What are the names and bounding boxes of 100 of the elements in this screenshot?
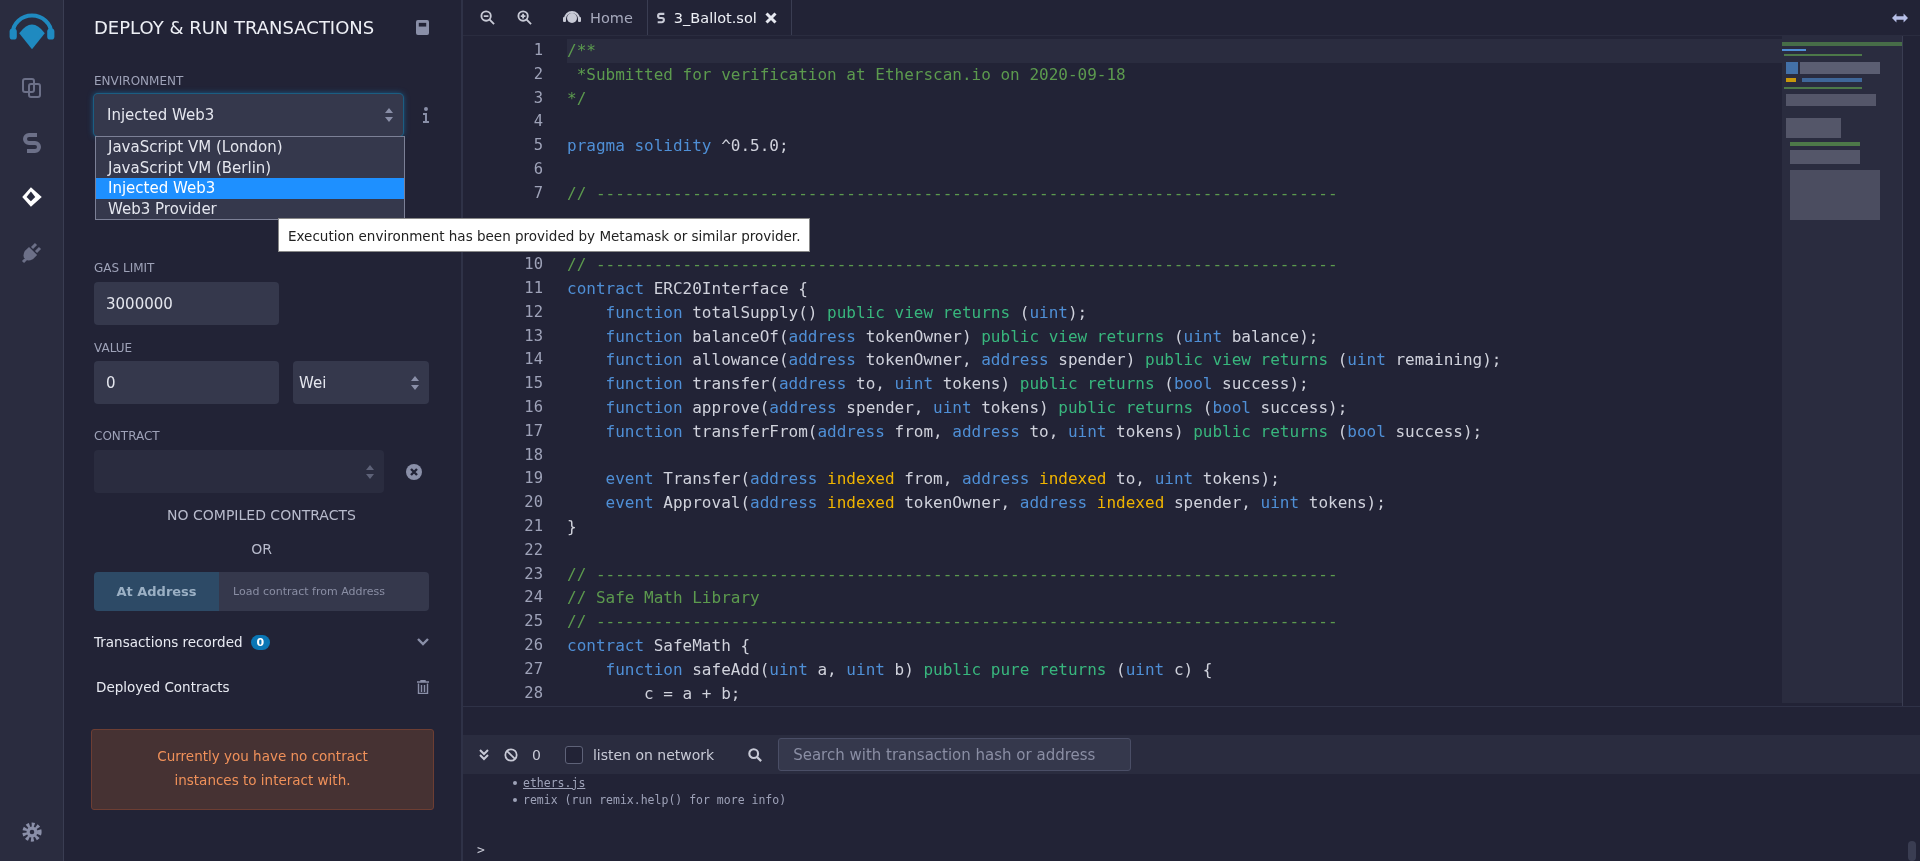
code-line: contract ERC20Interface { (567, 278, 808, 298)
line-number: 12 (524, 302, 543, 321)
code-line: function transfer(address to, uint tokens) public returns (bool success); (604, 374, 1309, 394)
deployed-contracts-label: Deployed Contracts (96, 679, 230, 695)
code-line: function safeAdd(uint a, uint b) public pure returns (uint c) { (604, 659, 1213, 679)
tooltip: Execution environment has been provided by Metamask or similar provider. (278, 218, 811, 252)
code-line: function allowance(address tokenOwner, address spender) public view returns (uint remaining); (604, 350, 1502, 370)
line-number: 5 (533, 136, 543, 155)
line-number: 15 (524, 374, 543, 393)
code-line: event Approval(address indexed tokenOwner, address indexed spender, uint tokens); (604, 493, 1386, 513)
code-line: pragma solidity ^0.5.0; (567, 136, 789, 156)
dropdown-option[interactable]: JavaScript VM (London) (96, 137, 404, 158)
unit-select[interactable]: Wei (293, 361, 429, 404)
line-number: 22 (524, 540, 543, 559)
line-number: 3 (533, 88, 543, 107)
editor-tab[interactable]: 3_Ballot.sol (647, 0, 792, 35)
headset-icon (562, 9, 582, 26)
line-number: 7 (533, 183, 543, 202)
plug-icon[interactable] (19, 240, 44, 264)
resize-icon[interactable] (1892, 12, 1908, 23)
address-field[interactable]: Load contract from Address (219, 572, 429, 611)
at-address-button[interactable]: At Address (94, 572, 219, 611)
alert-message: Currently you have no contract instances to interact with. (91, 729, 434, 810)
bullet-icon (513, 780, 517, 785)
collapse-icon[interactable] (479, 748, 489, 761)
clear-icon[interactable] (406, 463, 422, 480)
code-line: // ----------------------------------------------------------------------------- (567, 183, 1338, 203)
or-separator: OR (250, 540, 273, 559)
line-number: 16 (524, 397, 543, 416)
line-number: 13 (524, 326, 543, 345)
editor-tab[interactable]: Home (554, 0, 648, 35)
line-number: 2 (533, 64, 543, 83)
line-number: 1 (533, 41, 543, 59)
listen-checkbox[interactable] (564, 745, 583, 764)
info-icon[interactable] (423, 107, 429, 123)
line-number: 20 (524, 493, 543, 512)
bullet-icon (513, 797, 517, 802)
code-line: function approve(address spender, uint tokens) public returns (bool success); (604, 397, 1348, 417)
code-line: function balanceOf(address tokenOwner) public view returns (uint balance); (604, 326, 1319, 346)
files-icon[interactable] (19, 76, 44, 100)
field-label: VALUE (94, 340, 134, 357)
code-line: // Safe Math Library (567, 588, 760, 608)
line-number: 4 (533, 112, 543, 131)
line-number: 23 (524, 564, 543, 583)
count-badge: 0 (250, 634, 271, 650)
zoom-in-icon[interactable] (517, 10, 532, 25)
settings-icon[interactable] (20, 821, 43, 843)
line-number: 26 (524, 635, 543, 654)
line-number: 6 (533, 160, 543, 178)
line-number: 10 (524, 255, 543, 274)
code-line: c = a + b; (643, 683, 741, 703)
zoom-out-icon[interactable] (480, 10, 495, 25)
no-contracts-message: NO COMPILED CONTRACTS (166, 506, 357, 525)
book-icon[interactable] (416, 19, 429, 35)
sort-arrows-icon (385, 108, 394, 122)
dropdown-option[interactable]: Web3 Provider (96, 198, 404, 219)
line-number: 25 (524, 612, 543, 631)
sort-arrows-icon (366, 464, 374, 479)
line-number: 11 (524, 278, 543, 297)
code-line: event Transfer(address indexed from, address indexed to, uint tokens); (604, 469, 1280, 489)
close-icon[interactable] (764, 11, 777, 24)
code-line: // ----------------------------------------------------------------------------- (567, 564, 1338, 584)
gas-limit-field[interactable]: 3000000 (94, 282, 279, 325)
code-line: *Submitted for verification at Etherscan.io on 2020-09-18 (575, 64, 1126, 84)
line-number: 18 (524, 445, 543, 464)
code-line: // ----------------------------------------------------------------------------- (567, 255, 1338, 275)
line-number: 27 (524, 659, 543, 678)
line-number: 19 (524, 469, 543, 488)
sort-arrows-icon (411, 375, 419, 390)
field-label: ENVIRONMENT (94, 73, 185, 90)
transactions-label: Transactions recorded (94, 634, 243, 650)
console-link[interactable]: ethers.js (523, 775, 586, 790)
trash-icon[interactable] (417, 680, 429, 694)
chevron-down-icon[interactable] (417, 638, 429, 646)
code-line: // ----------------------------------------------------------------------------- (567, 612, 1338, 632)
search-field[interactable]: Search with transaction hash or address (778, 738, 1132, 771)
code-line: /** (567, 41, 596, 60)
environment-select[interactable]: Injected Web3 (94, 94, 404, 136)
field-label: CONTRACT (94, 428, 161, 445)
line-number: 14 (524, 350, 543, 369)
field-label: GAS LIMIT (94, 260, 156, 277)
line-number: 28 (524, 683, 543, 702)
line-number: 21 (524, 516, 543, 535)
value-field[interactable]: 0 (94, 361, 279, 404)
code-line: function transferFrom(address from, address to, uint tokens) public returns (bool success); (604, 421, 1483, 441)
console-prompt: > (477, 842, 485, 857)
code-line: } (567, 516, 577, 536)
dropdown-option[interactable]: JavaScript VM (Berlin) (96, 157, 404, 178)
console-text: remix (run remix.help() for more info) (523, 792, 787, 807)
listen-label: listen on network (592, 746, 715, 763)
search-icon[interactable] (748, 747, 763, 762)
line-number: 24 (524, 588, 543, 607)
panel-title: DEPLOY & RUN TRANSACTIONS (94, 16, 375, 38)
code-line: */ (567, 88, 587, 108)
clear-console-icon[interactable] (504, 747, 518, 762)
code-line: contract SafeMath { (567, 635, 751, 655)
pending-count: 0 (532, 746, 541, 763)
scrollbar[interactable] (1908, 841, 1916, 861)
code-line: function totalSupply() public view returns (uint); (604, 302, 1088, 322)
line-number: 17 (524, 421, 543, 440)
